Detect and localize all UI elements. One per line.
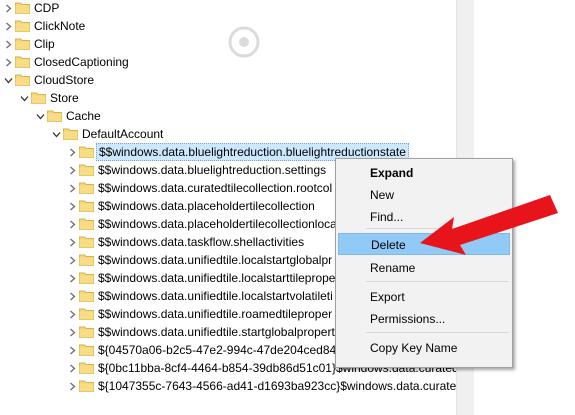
chevron-right-icon[interactable] [2,0,14,17]
tree-node-label: CloudStore [34,73,95,87]
chevron-right-icon[interactable] [66,233,78,251]
menu-item-export[interactable]: Export [338,286,510,308]
menu-item-expand[interactable]: Expand [338,162,510,184]
tree-node-label: $$windows.data.unifiedtile.localstarttil… [98,271,336,285]
folder-icon [79,289,94,302]
tree-node-label: $$windows.data.unifiedtile.localstartvol… [98,289,333,303]
tree-node-label: DefaultAccount [82,127,164,141]
tree-node-label: Clip [34,37,55,51]
chevron-right-icon[interactable] [66,323,78,341]
menu-item-label: Expand [370,166,414,180]
folder-icon [15,37,30,50]
tree-node-label: $$windows.data.taskflow.shellactivities [98,235,305,249]
chevron-right-icon[interactable] [66,341,78,359]
chevron-right-icon[interactable] [2,53,14,71]
folder-icon [63,127,78,140]
folder-icon [15,73,30,86]
chevron-right-icon[interactable] [66,197,78,215]
folder-icon [79,145,94,158]
menu-item-label: New [370,188,395,202]
tree-node-label: $$windows.data.placeholdertilecollection… [98,217,337,231]
chevron-right-icon[interactable] [2,17,14,35]
tree-node-label: ${04570a06-b2c5-47e2-994c-47de204ced84}$ [98,343,347,357]
menu-item-label: Find... [370,210,404,224]
tree-node-label: Cache [66,109,101,123]
tree-node-label: ${1047355c-7643-4566-ad41-d1693ba923cc}$… [98,379,456,393]
menu-item-label: Rename [370,261,416,275]
menu-item-label: Delete [371,238,406,252]
folder-icon [31,91,46,104]
chevron-right-icon[interactable] [66,179,78,197]
menu-separator [366,281,508,282]
folder-icon [79,325,94,338]
chevron-down-icon[interactable] [34,107,46,125]
folder-icon [79,235,94,248]
tree-node-label: ClickNote [34,19,86,33]
red-arrow-icon [420,195,558,255]
tree-node-label: $$windows.data.unifiedtile.localstartglo… [98,253,333,267]
folder-icon [15,55,30,68]
menu-item-label: Export [370,290,405,304]
chevron-right-icon[interactable] [66,161,78,179]
folder-icon [79,379,94,392]
folder-icon [79,307,94,320]
chevron-right-icon[interactable] [66,377,78,395]
watermark-logo-icon [228,26,260,58]
folder-icon [79,361,94,374]
tree-node-label: $$windows.data.curatedtilecollection.roo… [98,181,333,195]
folder-icon [79,199,94,212]
tree-node-label: CDP [34,1,60,15]
tree-node-label: $$windows.data.placeholdertilecollection [98,199,315,213]
menu-item-copy-key-name[interactable]: Copy Key Name [338,337,510,359]
chevron-right-icon[interactable] [66,359,78,377]
chevron-right-icon[interactable] [66,287,78,305]
folder-icon [47,109,62,122]
folder-icon [79,253,94,266]
menu-item-permissions[interactable]: Permissions... [338,308,510,330]
menu-item-label: Copy Key Name [370,341,458,355]
folder-icon [79,343,94,356]
menu-separator [366,332,508,333]
folder-icon [79,271,94,284]
folder-icon [15,19,30,32]
chevron-down-icon[interactable] [18,89,30,107]
tree-node-label: ClosedCaptioning [34,55,129,69]
tree-node[interactable]: CloudStore [0,71,456,89]
chevron-down-icon[interactable] [50,125,62,143]
tree-node[interactable]: ${1047355c-7643-4566-ad41-d1693ba923cc}$… [0,377,456,395]
chevron-right-icon[interactable] [66,251,78,269]
chevron-right-icon[interactable] [66,305,78,323]
folder-icon [15,1,30,14]
tree-node[interactable]: Store [0,89,456,107]
tree-node[interactable]: DefaultAccount [0,125,456,143]
folder-icon [79,181,94,194]
folder-icon [79,163,94,176]
chevron-right-icon[interactable] [66,143,78,161]
tree-node-label: $$windows.data.unifiedtile.startglobalpr… [98,325,335,339]
chevron-right-icon[interactable] [2,35,14,53]
menu-item-label: Permissions... [370,312,446,326]
chevron-right-icon[interactable] [66,215,78,233]
tree-node[interactable]: Cache [0,107,456,125]
tree-node-label: $$windows.data.unifiedtile.roamedtilepro… [98,307,333,321]
tree-node-label: $$windows.data.bluelightreduction.settin… [98,163,327,177]
tree-node-label: Store [50,91,79,105]
tree-node[interactable]: CDP [0,0,456,17]
chevron-down-icon[interactable] [2,71,14,89]
folder-icon [79,217,94,230]
chevron-right-icon[interactable] [66,269,78,287]
